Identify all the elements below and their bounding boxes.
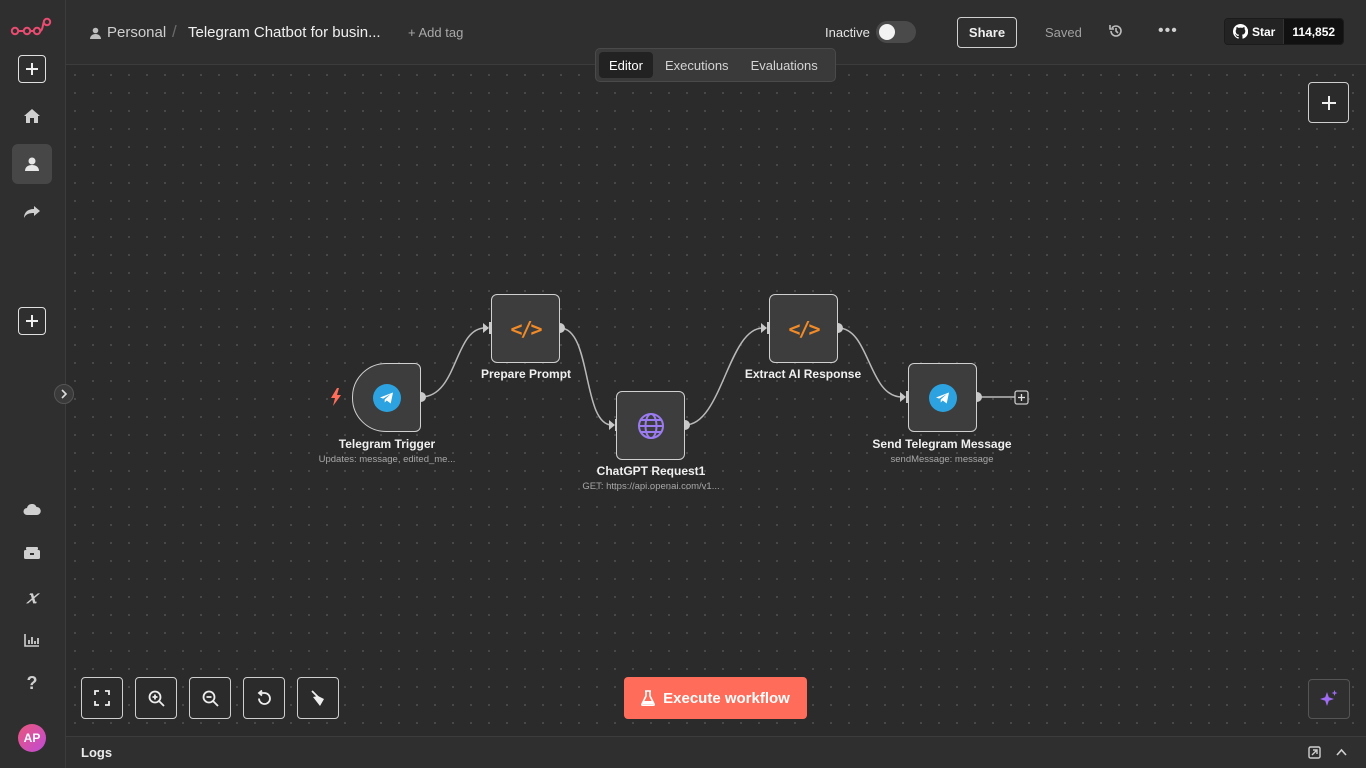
cloud-icon[interactable]	[12, 490, 52, 530]
add-tag-link[interactable]: + Add tag	[408, 25, 463, 40]
github-star-count: 114,852	[1283, 19, 1344, 44]
active-toggle[interactable]	[876, 21, 916, 43]
tidy-up-button[interactable]	[297, 677, 339, 719]
variables-icon[interactable]: 𝑥	[12, 577, 52, 617]
breadcrumb-separator: /	[172, 22, 177, 41]
node-label-chatgpt-request: ChatGPT Request1	[596, 464, 706, 478]
home-icon[interactable]	[12, 96, 52, 136]
node-telegram-trigger[interactable]	[352, 363, 421, 432]
ai-assistant-button[interactable]	[1308, 679, 1350, 719]
add-node-button[interactable]	[1308, 82, 1349, 123]
help-icon[interactable]: ?	[12, 663, 52, 703]
sidebar-collapse-button[interactable]	[54, 384, 74, 404]
node-prepare-prompt[interactable]: </>	[491, 294, 560, 363]
sidebar: 𝑥 ? AP	[0, 0, 66, 768]
add-button[interactable]	[12, 49, 52, 89]
zoom-in-icon	[148, 690, 165, 707]
node-subtitle-chatgpt-request: GET: https://api.openai.com/v1...	[582, 481, 720, 492]
view-tabs: Editor Executions Evaluations	[595, 48, 836, 82]
workflow-title[interactable]: Telegram Chatbot for busin...	[188, 24, 381, 41]
node-chatgpt-request[interactable]	[616, 391, 685, 460]
node-extract-ai-response[interactable]: </>	[769, 294, 838, 363]
workflow-canvas[interactable]	[66, 66, 1366, 736]
broom-icon	[310, 689, 324, 706]
telegram-icon	[928, 383, 957, 412]
zoom-in-button[interactable]	[135, 677, 177, 719]
github-star-label: Star	[1252, 24, 1276, 39]
pop-out-icon[interactable]	[1308, 746, 1321, 759]
n8n-logo[interactable]	[10, 16, 52, 38]
github-star-widget[interactable]: Star 114,852	[1224, 18, 1345, 45]
user-icon	[90, 27, 101, 39]
logs-title: Logs	[81, 745, 113, 760]
more-options-icon[interactable]: •••	[1158, 22, 1178, 40]
node-label-telegram-trigger: Telegram Trigger	[338, 437, 436, 451]
breadcrumb-project-label: Personal	[107, 24, 167, 41]
saved-status: Saved	[1045, 25, 1082, 40]
globe-icon	[637, 412, 664, 439]
add-project-button[interactable]	[12, 301, 52, 341]
node-label-send-telegram-message: Send Telegram Message	[872, 437, 1012, 451]
fullscreen-icon	[94, 690, 110, 706]
chevron-up-icon[interactable]	[1335, 746, 1348, 759]
tab-editor[interactable]: Editor	[599, 52, 653, 78]
undo-icon	[257, 689, 271, 705]
code-icon: </>	[510, 316, 542, 341]
share-button[interactable]: Share	[957, 17, 1017, 48]
node-label-extract-ai-response: Extract AI Response	[744, 367, 862, 381]
flask-icon	[641, 690, 656, 706]
fit-view-button[interactable]	[81, 677, 123, 719]
personal-user-icon[interactable]	[12, 144, 52, 184]
execute-workflow-button[interactable]: Execute workflow	[624, 677, 807, 719]
tab-executions[interactable]: Executions	[655, 52, 739, 78]
trigger-bolt-icon	[331, 388, 341, 406]
node-label-prepare-prompt: Prepare Prompt	[480, 367, 572, 381]
active-status-label: Inactive	[825, 25, 870, 40]
tab-evaluations[interactable]: Evaluations	[741, 52, 828, 78]
shared-icon[interactable]	[12, 192, 52, 232]
code-icon: </>	[788, 316, 820, 341]
sparkle-icon	[1320, 690, 1338, 706]
execute-workflow-label: Execute workflow	[663, 689, 790, 707]
zoom-out-icon	[202, 690, 219, 707]
avatar[interactable]: AP	[18, 724, 46, 752]
logs-panel[interactable]: Logs	[66, 736, 1366, 768]
templates-icon[interactable]	[12, 533, 52, 573]
node-subtitle-telegram-trigger: Updates: message, edited_me...	[318, 454, 456, 465]
zoom-out-button[interactable]	[189, 677, 231, 719]
node-send-telegram-message[interactable]	[908, 363, 977, 432]
insights-chart-icon[interactable]	[12, 620, 52, 660]
reset-zoom-button[interactable]	[243, 677, 285, 719]
github-icon	[1233, 24, 1248, 39]
telegram-icon	[372, 383, 401, 412]
breadcrumb-personal[interactable]: Personal	[90, 24, 166, 41]
history-icon[interactable]	[1108, 23, 1124, 44]
node-subtitle-send-telegram-message: sendMessage: message	[890, 454, 994, 465]
